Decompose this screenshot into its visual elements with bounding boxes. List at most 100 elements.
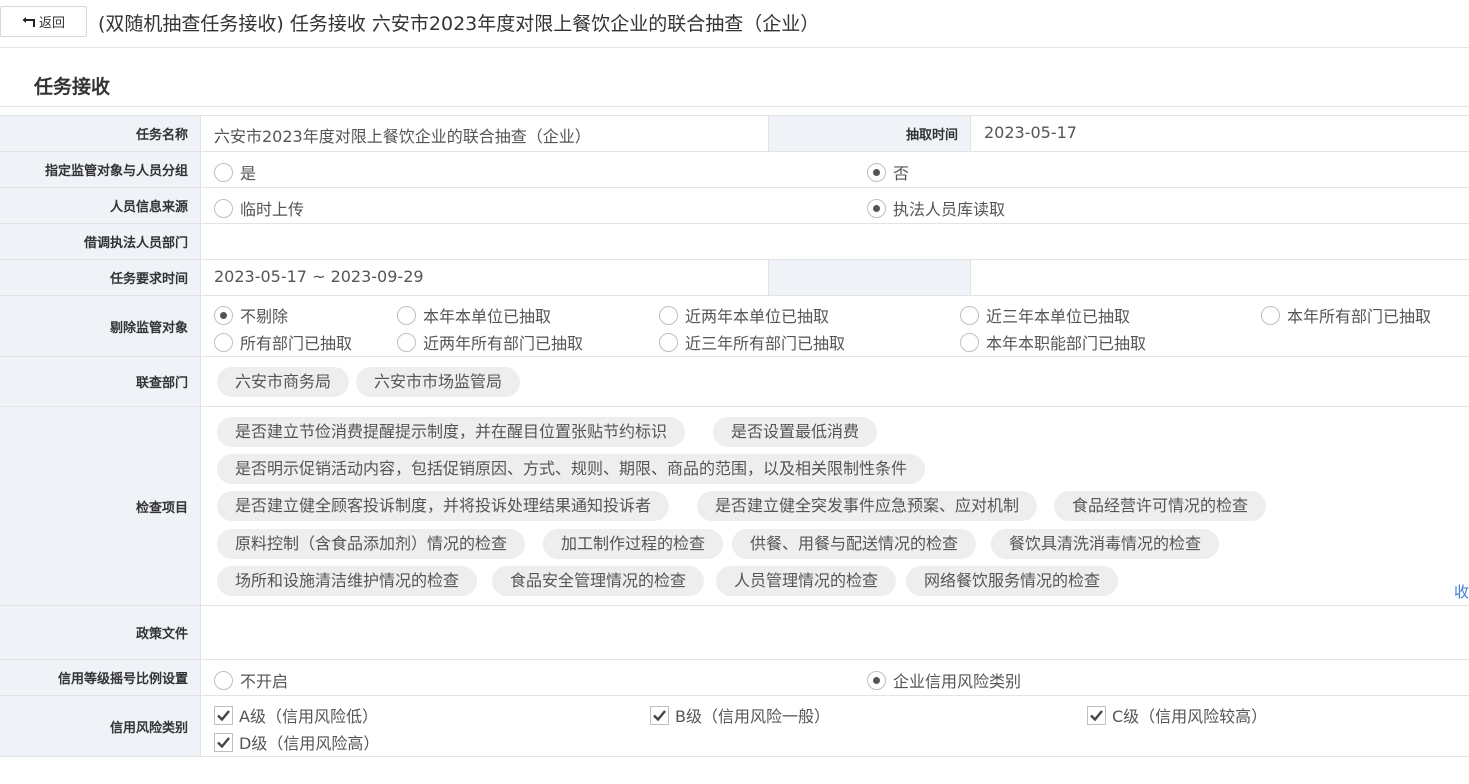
task-name-label: 任务名称 [0, 116, 201, 151]
collapse-link[interactable]: 收 [1454, 581, 1469, 602]
checkmark-icon [217, 736, 230, 748]
section-divider [0, 106, 1469, 107]
borrow-dept-label: 借调执法人员部门 [0, 224, 201, 259]
check-item-tag: 食品安全管理情况的检查 [492, 566, 705, 596]
credit-risk-cell: A级（信用风险低） B级（信用风险一般） C级（信用风险较高） D级（信用风险高… [201, 696, 1469, 756]
exclude-label: 剔除监管对象 [0, 296, 201, 356]
radio-label: 所有部门已抽取 [240, 334, 353, 353]
check-item-tag: 网络餐饮服务情况的检查 [906, 566, 1119, 596]
radio-circle [214, 332, 233, 352]
dept-tag: 六安市市场监管局 [356, 367, 521, 397]
staff-source-cell: 临时上传 执法人员库读取 [201, 188, 1469, 223]
radio-circle [960, 332, 979, 352]
checkbox-box [650, 705, 669, 725]
empty-label-cell [768, 260, 971, 295]
radio-circle [960, 305, 979, 325]
back-button[interactable]: 返回 [0, 6, 87, 37]
check-item-tag: 加工制作过程的检查 [543, 529, 724, 559]
radio-circle [214, 198, 233, 218]
radio-circle-checked [214, 305, 233, 325]
exclude-cell: 不剔除 本年本单位已抽取 近两年本单位已抽取 近三年本单位已抽取 本年所有部门已… [201, 296, 1469, 356]
radio-label: 近两年所有部门已抽取 [423, 334, 584, 353]
radio-circle [397, 332, 416, 352]
checkbox-credit-b[interactable]: B级（信用风险一般） [650, 703, 830, 727]
radio-staff-temp-upload[interactable]: 临时上传 [214, 196, 304, 220]
radio-label: 不开启 [240, 672, 289, 691]
joint-depts-cell: 六安市商务局 六安市市场监管局 [201, 357, 1469, 406]
task-form: 任务名称 六安市2023年度对限上餐饮企业的联合抽查（企业） 抽取时间 2023… [0, 115, 1469, 757]
radio-circle [659, 305, 678, 325]
assign-group-cell: 是 否 [201, 152, 1469, 187]
radio-exclude-three-years-unit[interactable]: 近三年本单位已抽取 [960, 303, 1130, 327]
radio-label: 本年本单位已抽取 [423, 307, 552, 326]
check-items-cell: 是否建立节俭消费提醒提示制度，并在醒目位置张贴节约标识 是否设置最低消费 是否明… [201, 407, 1469, 605]
radio-label: 本年所有部门已抽取 [1287, 307, 1432, 326]
radio-label: 否 [893, 164, 910, 183]
radio-exclude-all-depts[interactable]: 所有部门已抽取 [214, 330, 352, 354]
checkbox-credit-d[interactable]: D级（信用风险高） [214, 730, 379, 754]
section-title: 任务接收 [34, 76, 111, 98]
staff-source-label: 人员信息来源 [0, 188, 201, 223]
row-staff-source: 人员信息来源 临时上传 执法人员库读取 [0, 188, 1469, 224]
page-title: (双随机抽查任务接收) 任务接收 六安市2023年度对限上餐饮企业的联合抽查（企… [98, 13, 820, 35]
radio-circle [214, 162, 233, 182]
check-item-tag: 原料控制（含食品添加剂）情况的检查 [217, 529, 526, 559]
radio-exclude-this-year-unit[interactable]: 本年本单位已抽取 [397, 303, 551, 327]
radio-label: 近三年所有部门已抽取 [685, 334, 846, 353]
check-items-label: 检查项目 [0, 407, 201, 605]
top-bar: 返回 (双随机抽查任务接收) 任务接收 六安市2023年度对限上餐饮企业的联合抽… [0, 0, 1469, 48]
checkbox-box [214, 732, 233, 752]
back-arrow-icon [22, 16, 35, 27]
radio-credit-risk-category[interactable]: 企业信用风险类别 [867, 668, 1021, 692]
check-item-tag: 是否建立健全顾客投诉制度，并将投诉处理结果通知投诉者 [217, 491, 670, 521]
radio-exclude-two-years-all[interactable]: 近两年所有部门已抽取 [397, 330, 583, 354]
radio-label: 本年本职能部门已抽取 [986, 334, 1147, 353]
dept-tag: 六安市商务局 [217, 367, 350, 397]
check-item-tag: 餐饮具清洗消毒情况的检查 [991, 529, 1220, 559]
radio-circle-checked [867, 162, 886, 182]
checkbox-label: D级（信用风险高） [239, 734, 380, 753]
checkbox-label: A级（信用风险低） [239, 707, 378, 726]
radio-exclude-this-year-all[interactable]: 本年所有部门已抽取 [1261, 303, 1431, 327]
radio-exclude-two-years-unit[interactable]: 近两年本单位已抽取 [659, 303, 829, 327]
row-required-time: 任务要求时间 2023-05-17 ~ 2023-09-29 [0, 260, 1469, 296]
row-credit-risk: 信用风险类别 A级（信用风险低） B级（信用风险一般） C级（信用风险较高） D… [0, 696, 1469, 757]
row-assign-group: 指定监管对象与人员分组 是 否 [0, 152, 1469, 188]
radio-label: 企业信用风险类别 [893, 672, 1022, 691]
radio-label: 近三年本单位已抽取 [986, 307, 1131, 326]
radio-label: 不剔除 [240, 307, 289, 326]
required-time-cell: 2023-05-17 ~ 2023-09-29 [201, 260, 1469, 295]
radio-exclude-three-years-all[interactable]: 近三年所有部门已抽取 [659, 330, 845, 354]
assign-group-label: 指定监管对象与人员分组 [0, 152, 201, 187]
draw-time-label: 抽取时间 [768, 116, 971, 151]
radio-circle [214, 670, 233, 690]
radio-label: 是 [240, 164, 257, 183]
draw-time-value: 2023-05-17 [984, 123, 1077, 142]
checkbox-credit-a[interactable]: A级（信用风险低） [214, 703, 378, 727]
radio-circle [1261, 305, 1280, 325]
radio-circle-checked [867, 670, 886, 690]
radio-credit-off[interactable]: 不开启 [214, 668, 288, 692]
checkmark-icon [217, 709, 230, 721]
credit-risk-label: 信用风险类别 [0, 696, 201, 756]
radio-assign-no[interactable]: 否 [867, 160, 909, 184]
policy-cell [201, 606, 1469, 659]
checkbox-label: B级（信用风险一般） [675, 707, 830, 726]
policy-label: 政策文件 [0, 606, 201, 659]
radio-staff-library[interactable]: 执法人员库读取 [867, 196, 1005, 220]
radio-exclude-none[interactable]: 不剔除 [214, 303, 288, 327]
back-button-label: 返回 [38, 16, 65, 31]
task-name-value: 六安市2023年度对限上餐饮企业的联合抽查（企业） [214, 127, 591, 146]
check-item-tag: 食品经营许可情况的检查 [1054, 491, 1267, 521]
radio-label: 执法人员库读取 [893, 200, 1006, 219]
check-item-tag: 人员管理情况的检查 [716, 566, 897, 596]
row-check-items: 检查项目 是否建立节俭消费提醒提示制度，并在醒目位置张贴节约标识 是否设置最低消… [0, 407, 1469, 606]
row-task-name: 任务名称 六安市2023年度对限上餐饮企业的联合抽查（企业） 抽取时间 2023… [0, 116, 1469, 152]
row-borrow-dept: 借调执法人员部门 [0, 224, 1469, 260]
credit-ratio-cell: 不开启 企业信用风险类别 [201, 660, 1469, 695]
radio-assign-yes[interactable]: 是 [214, 160, 256, 184]
checkbox-credit-c[interactable]: C级（信用风险较高） [1087, 703, 1267, 727]
radio-circle-checked [867, 198, 886, 218]
task-name-cell: 六安市2023年度对限上餐饮企业的联合抽查（企业） 抽取时间 2023-05-1… [201, 116, 1469, 151]
radio-exclude-this-year-function[interactable]: 本年本职能部门已抽取 [960, 330, 1146, 354]
